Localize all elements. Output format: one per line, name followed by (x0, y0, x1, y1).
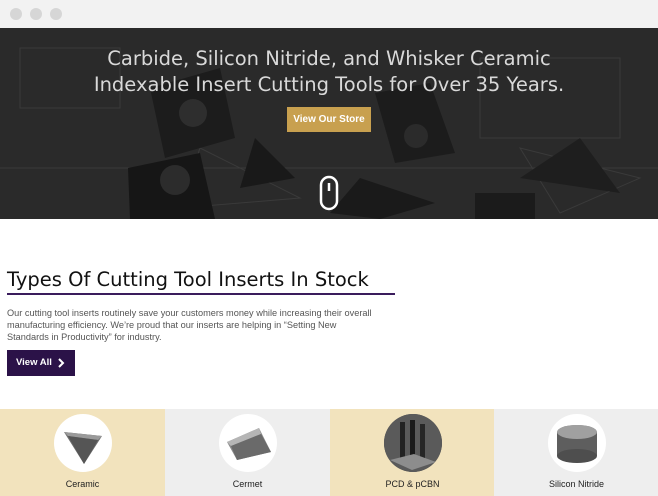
hero-headline: Carbide, Silicon Nitride, and Whisker Ce… (0, 46, 658, 98)
category-tile-silicon-nitride[interactable]: Silicon Nitride (494, 409, 658, 496)
category-label: Cermet (232, 479, 263, 489)
chevron-right-icon (58, 358, 65, 368)
hero-banner: Carbide, Silicon Nitride, and Whisker Ce… (0, 28, 658, 219)
view-our-store-button[interactable]: View Our Store (287, 107, 371, 132)
pcd-pcbn-insert-image (384, 414, 442, 472)
section-description-line-1: Our cutting tool inserts routinely save … (7, 308, 372, 318)
section-description: Our cutting tool inserts routinely save … (7, 307, 382, 343)
cermet-insert-image (219, 414, 277, 472)
close-window-dot[interactable] (10, 8, 22, 20)
window-titlebar (0, 0, 658, 28)
section-title: Types Of Cutting Tool Inserts In Stock (7, 268, 369, 291)
section-title-underline (7, 293, 395, 295)
minimize-window-dot[interactable] (30, 8, 42, 20)
category-label: Silicon Nitride (548, 479, 605, 489)
silicon-nitride-insert-image (548, 414, 606, 472)
ceramic-insert-image (54, 414, 112, 472)
section-description-line-3: Standards in Productivity” for industry. (7, 332, 162, 342)
view-all-label: View All (16, 357, 52, 368)
category-tile-cermet[interactable]: Cermet (165, 409, 330, 496)
category-label: Ceramic (65, 479, 100, 489)
category-tile-ceramic[interactable]: Ceramic (0, 409, 165, 496)
category-tile-pcd-pcbn[interactable]: PCD & pCBN (330, 409, 495, 496)
view-all-button[interactable]: View All (7, 350, 75, 376)
hero-headline-line-1: Carbide, Silicon Nitride, and Whisker Ce… (107, 47, 551, 70)
category-label: PCD & pCBN (385, 479, 440, 489)
hero-headline-line-2: Indexable Insert Cutting Tools for Over … (93, 73, 565, 96)
scroll-down-mouse-icon[interactable] (319, 175, 339, 212)
maximize-window-dot[interactable] (50, 8, 62, 20)
section-description-line-2: manufacturing efficiency. We’re proud th… (7, 320, 337, 330)
